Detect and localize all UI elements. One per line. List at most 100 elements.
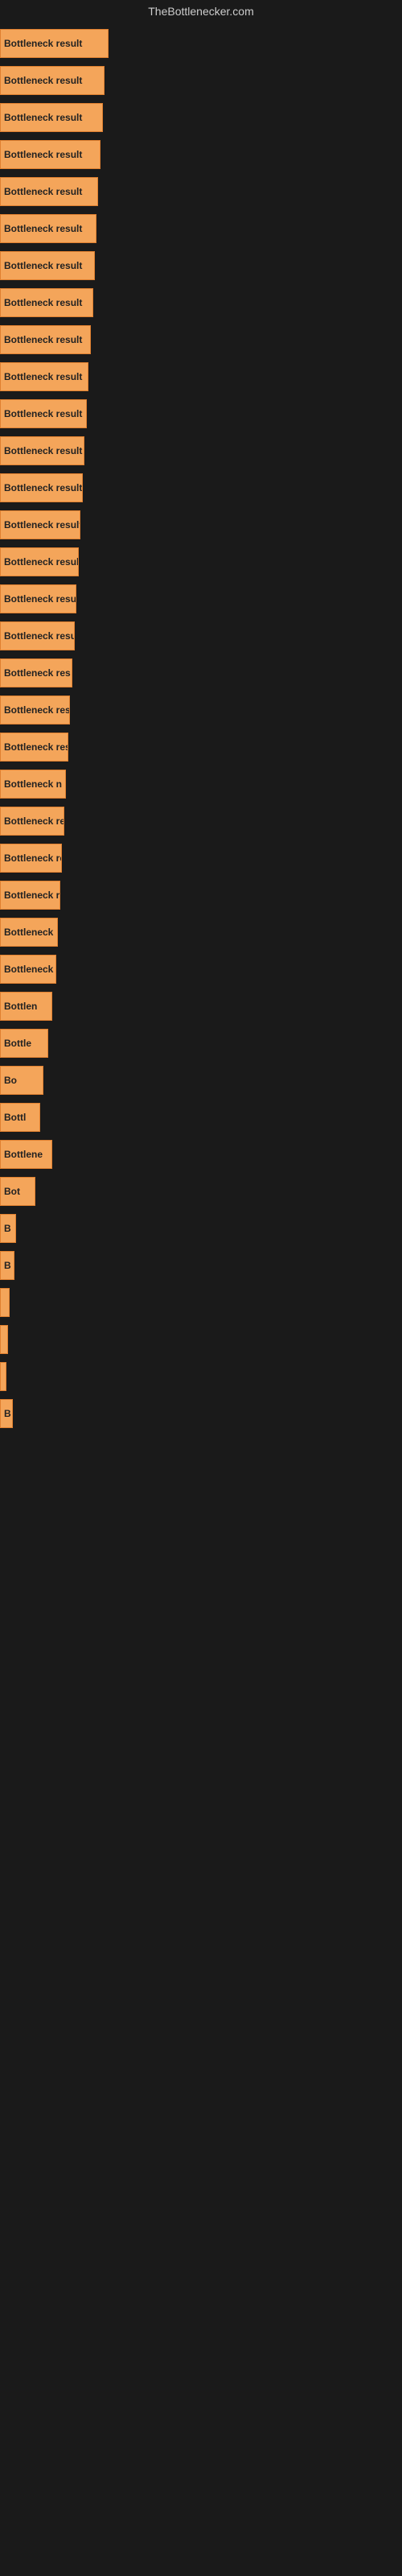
result-bar[interactable]: Bottlene <box>0 1140 52 1169</box>
bar-label: Bottleneck <box>4 927 53 938</box>
bar-label: Bottleneck res <box>4 815 64 827</box>
bar-label: Bottle <box>4 1038 31 1049</box>
bar-label: Bottleneck result <box>4 334 82 345</box>
result-bar[interactable]: B <box>0 1251 14 1280</box>
result-bar[interactable]: Bottleneck result <box>0 881 60 910</box>
result-bar[interactable]: B <box>0 1399 13 1428</box>
bar-label: Bottleneck result <box>4 704 70 716</box>
bar-label: Bottleneck result <box>4 371 82 382</box>
result-bar[interactable]: Bottlen <box>0 992 52 1021</box>
result-bar[interactable]: Bottleneck result <box>0 66 105 95</box>
result-bar[interactable]: Bottleneck re <box>0 844 62 873</box>
result-bar[interactable] <box>0 1325 8 1354</box>
bar-row: Bottleneck result <box>0 248 402 283</box>
result-bar[interactable]: Bottleneck result <box>0 288 93 317</box>
bar-label: Bottleneck result <box>4 223 82 234</box>
bar-label: Bottleneck result <box>4 445 82 456</box>
bar-label: Bottleneck n <box>4 778 62 790</box>
result-bar[interactable]: Bottleneck result <box>0 177 98 206</box>
bar-row: Bottleneck res <box>0 729 402 765</box>
bar-row: Bottle <box>0 1026 402 1061</box>
result-bar[interactable] <box>0 1362 6 1391</box>
result-bar[interactable] <box>0 1288 10 1317</box>
result-bar[interactable]: Bot <box>0 1177 35 1206</box>
bar-label: Bottl <box>4 1112 26 1123</box>
bar-row: Bot <box>0 1174 402 1209</box>
result-bar[interactable]: Bottleneck result <box>0 399 87 428</box>
bar-label: Bottleneck result <box>4 408 82 419</box>
bar-row: Bottleneck <box>0 914 402 950</box>
bar-row: Bottleneck re <box>0 840 402 876</box>
bar-label: Bottleneck result <box>4 482 82 493</box>
bar-row: Bottleneck res <box>0 952 402 987</box>
bar-row: Bottleneck result <box>0 285 402 320</box>
result-bar[interactable]: Bottleneck result <box>0 510 80 539</box>
result-bar[interactable]: Bottleneck res <box>0 733 68 762</box>
bar-row: Bottleneck result <box>0 692 402 728</box>
result-bar[interactable]: Bottleneck res <box>0 658 72 687</box>
bar-row: Bottleneck res <box>0 803 402 839</box>
bar-row: Bottleneck result <box>0 174 402 209</box>
bar-label: Bottleneck res <box>4 964 56 975</box>
bar-row: Bottleneck result <box>0 322 402 357</box>
bar-label: Bottleneck result <box>4 260 82 271</box>
bar-row: Bottleneck result <box>0 137 402 172</box>
result-bar[interactable]: Bottleneck result <box>0 696 70 724</box>
result-bar[interactable]: Bottleneck result <box>0 473 83 502</box>
bar-row: Bottleneck result <box>0 618 402 654</box>
result-bar[interactable]: Bo <box>0 1066 43 1095</box>
result-bar[interactable]: Bottleneck result <box>0 436 84 465</box>
bar-label: Bottleneck res <box>4 741 68 753</box>
result-bar[interactable]: Bottleneck res <box>0 955 56 984</box>
bar-row: Bottleneck result <box>0 507 402 543</box>
bar-row: Bottleneck result <box>0 359 402 394</box>
result-bar[interactable]: Bottle <box>0 1029 48 1058</box>
result-bar[interactable]: Bottl <box>0 1103 40 1132</box>
result-bar[interactable]: Bottleneck result <box>0 214 96 243</box>
bar-row: Bottlen <box>0 989 402 1024</box>
bar-row: Bottleneck n <box>0 766 402 802</box>
result-bar[interactable]: Bottleneck result <box>0 362 88 391</box>
bar-row: B <box>0 1211 402 1246</box>
bar-row: B <box>0 1248 402 1283</box>
bar-label: Bottleneck result <box>4 38 82 49</box>
result-bar[interactable]: Bottleneck result <box>0 584 76 613</box>
result-bar[interactable]: Bottleneck result <box>0 621 75 650</box>
bars-container: Bottleneck result Bottleneck result Bottle… <box>0 23 402 1436</box>
bar-row <box>0 1359 402 1394</box>
bar-label: Bottleneck result <box>4 112 82 123</box>
bar-row: Bottleneck result <box>0 877 402 913</box>
bar-label: Bottleneck result <box>4 556 79 568</box>
bar-row: Bottleneck result <box>0 544 402 580</box>
result-bar[interactable]: B <box>0 1214 16 1243</box>
bar-row <box>0 1285 402 1320</box>
bar-row: Bottleneck res <box>0 655 402 691</box>
bar-label: Bottleneck result <box>4 890 60 901</box>
result-bar[interactable]: Bottleneck result <box>0 29 109 58</box>
bar-label: B <box>4 1408 11 1419</box>
bar-row: B <box>0 1396 402 1431</box>
bar-row: Bottleneck result <box>0 581 402 617</box>
result-bar[interactable]: Bottleneck result <box>0 547 79 576</box>
result-bar[interactable]: Bottleneck result <box>0 140 100 169</box>
bar-label: Bo <box>4 1075 17 1086</box>
bar-row <box>0 1322 402 1357</box>
result-bar[interactable]: Bottleneck res <box>0 807 64 836</box>
bar-label: Bottlen <box>4 1001 37 1012</box>
result-bar[interactable]: Bottleneck n <box>0 770 66 799</box>
bar-label: Bottleneck result <box>4 186 82 197</box>
result-bar[interactable]: Bottleneck result <box>0 325 91 354</box>
bar-label: Bottleneck result <box>4 519 80 530</box>
bar-label: B <box>4 1260 11 1271</box>
result-bar[interactable]: Bottleneck <box>0 918 58 947</box>
result-bar[interactable]: Bottleneck result <box>0 103 103 132</box>
bar-row: Bottleneck result <box>0 211 402 246</box>
bar-label: Bottleneck result <box>4 593 76 605</box>
bar-label: Bottleneck result <box>4 297 82 308</box>
bar-label: Bot <box>4 1186 20 1197</box>
bar-label: Bottleneck res <box>4 667 71 679</box>
bar-label: Bottleneck re <box>4 852 62 864</box>
bar-label: Bottleneck result <box>4 630 75 642</box>
bar-row: Bottlene <box>0 1137 402 1172</box>
result-bar[interactable]: Bottleneck result <box>0 251 95 280</box>
